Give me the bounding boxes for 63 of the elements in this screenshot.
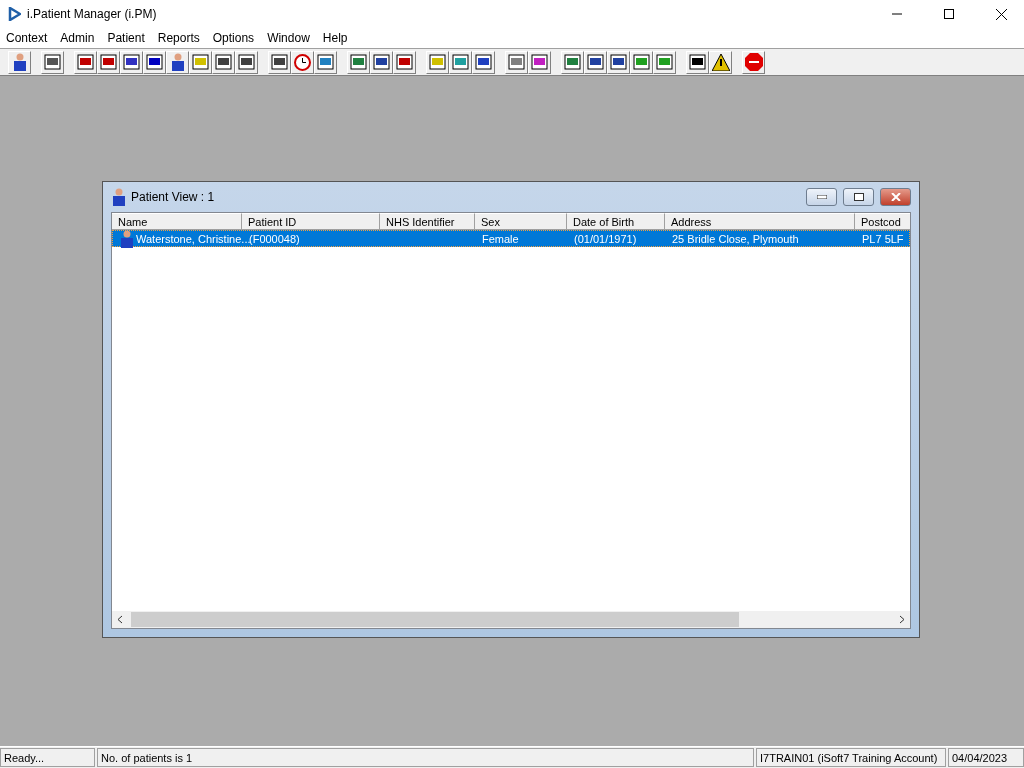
table-cell: Waterstone, Christine... [136, 232, 251, 245]
toolbar-button[interactable] [268, 50, 291, 74]
app-logo-icon [8, 7, 21, 21]
toolbar-button[interactable] [393, 50, 416, 74]
toolbar-button[interactable] [370, 50, 393, 74]
toolbar-button[interactable] [97, 50, 120, 74]
menu-item[interactable]: Help [316, 31, 355, 45]
table-cell: (01/01/1971) [574, 232, 637, 245]
menu-item[interactable]: Options [206, 31, 262, 45]
toolbar-button[interactable] [41, 50, 64, 74]
restore-button[interactable] [843, 188, 874, 206]
person-icon [111, 188, 127, 206]
menu-item[interactable]: Patient [101, 31, 152, 45]
window-title: i.Patient Manager (i.PM) [27, 7, 158, 21]
table-cell: Female [482, 232, 519, 245]
table-cell: PL7 5LF [862, 232, 904, 245]
toolbar-button[interactable] [166, 50, 189, 74]
menu-item[interactable]: Reports [151, 31, 207, 45]
scrollbar-thumb[interactable] [131, 612, 739, 627]
toolbar-button[interactable] [8, 50, 31, 74]
child-window-title: Patient View : 1 [131, 190, 216, 204]
close-button[interactable] [880, 188, 911, 206]
table-cell: (F000048) [249, 232, 300, 245]
menu-item[interactable]: Admin [54, 31, 102, 45]
toolbar-button[interactable] [235, 50, 258, 74]
column-header[interactable]: Address [665, 213, 855, 230]
horizontal-scrollbar[interactable] [112, 611, 910, 628]
toolbar-button[interactable] [472, 50, 495, 74]
maximize-icon [944, 9, 954, 19]
close-icon [890, 193, 901, 201]
minimize-icon [816, 195, 827, 199]
list-row[interactable]: Waterstone, Christine...(F000048) Female (01/01/1971) 25 Bridle Close, Plymouth PL7 5LF [112, 230, 910, 247]
person-icon [11, 53, 28, 71]
menu-item[interactable]: Context [0, 31, 55, 45]
toolbar-button[interactable] [74, 50, 97, 74]
minimize-button[interactable] [806, 188, 837, 206]
column-header[interactable]: Name [112, 213, 242, 230]
toolbar-button[interactable] [607, 50, 630, 74]
status-pane: Ready... [0, 748, 95, 767]
status-pane: I7TRAIN01 (iSoft7 Training Account) [756, 748, 946, 767]
person-icon [119, 229, 135, 248]
table-cell: 25 Bridle Close, Plymouth [672, 232, 799, 245]
minimize-icon [892, 13, 902, 15]
menu-item[interactable]: Window [261, 31, 317, 45]
toolbar-button[interactable] [686, 50, 709, 74]
clock-icon [294, 53, 311, 71]
column-header[interactable]: Sex [475, 213, 567, 230]
person-icon [169, 53, 186, 71]
toolbar-button[interactable] [709, 50, 732, 74]
column-header[interactable]: NHS Identifier [380, 213, 475, 230]
column-header[interactable]: Patient ID [242, 213, 380, 230]
stop-sign-icon [744, 53, 763, 71]
close-icon [995, 8, 1007, 20]
toolbar-button[interactable] [120, 50, 143, 74]
column-header[interactable]: Postcod [855, 213, 910, 230]
restore-icon [853, 193, 864, 201]
toolbar-button[interactable] [143, 50, 166, 74]
toolbar-button[interactable] [584, 50, 607, 74]
status-pane: No. of patients is 1 [97, 748, 754, 767]
toolbar-button[interactable] [212, 50, 235, 74]
status-pane: 04/04/2023 [948, 748, 1024, 767]
column-header[interactable]: Date of Birth [567, 213, 665, 230]
warning-icon [711, 53, 730, 71]
